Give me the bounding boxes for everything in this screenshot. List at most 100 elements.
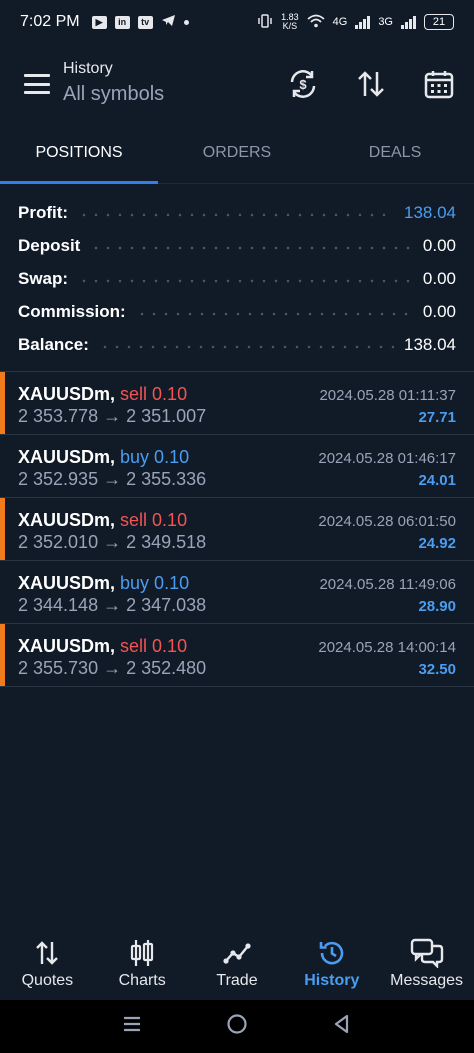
nav-history[interactable]: History <box>284 932 379 1000</box>
bottom-nav: Quotes Charts Trade History Messages <box>0 932 474 1000</box>
deal-time: 2024.05.28 01:11:37 <box>319 387 456 404</box>
home-icon[interactable] <box>226 1013 248 1040</box>
commission-value: 0.00 <box>422 301 456 321</box>
deal-profit: 24.92 <box>418 535 456 552</box>
summary-row-deposit: Deposit 0.00 <box>0 229 474 262</box>
svg-text:$: $ <box>299 77 307 92</box>
summary-panel: Profit: 138.04 Deposit 0.00 Swap: 0.00 C… <box>0 196 474 361</box>
calendar-icon[interactable] <box>421 66 457 102</box>
tab-deals[interactable]: DEALS <box>316 128 474 183</box>
dotted-leader <box>78 278 413 283</box>
tab-bar: POSITIONS ORDERS DEALS <box>0 128 474 184</box>
messages-icon <box>410 938 444 968</box>
dotted-leader <box>98 344 394 349</box>
deal-side: buy 0.10 <box>120 573 190 593</box>
nav-quotes[interactable]: Quotes <box>0 932 95 1000</box>
deal-row[interactable]: XAUUSDm, sell 0.10 2 353.778 → 2 351.007… <box>0 372 474 435</box>
recent-apps-icon[interactable] <box>122 1014 142 1039</box>
deal-list: XAUUSDm, sell 0.10 2 353.778 → 2 351.007… <box>0 371 474 687</box>
wifi-icon <box>307 14 325 31</box>
net-3g-label: 3G <box>378 16 393 28</box>
currency-exchange-icon[interactable]: $ <box>285 66 321 102</box>
back-icon[interactable] <box>332 1014 352 1039</box>
dotted-leader <box>135 311 413 316</box>
tab-orders[interactable]: ORDERS <box>158 128 316 183</box>
summary-row-swap: Swap: 0.00 <box>0 262 474 295</box>
tab-positions[interactable]: POSITIONS <box>0 128 158 184</box>
deal-time: 2024.05.28 14:00:14 <box>318 639 456 656</box>
symbol-filter: All symbols <box>63 83 165 105</box>
deal-symbol: XAUUSDm, <box>18 510 116 530</box>
net-4g-label: 4G <box>332 16 348 28</box>
deal-title: XAUUSDm, buy 0.10 <box>18 447 189 468</box>
deal-title: XAUUSDm, buy 0.10 <box>18 573 189 594</box>
balance-label: Balance: <box>18 334 89 354</box>
dotted-leader <box>78 212 394 217</box>
battery-icon: 21 <box>424 14 454 30</box>
summary-row-profit: Profit: 138.04 <box>0 196 474 229</box>
system-nav-bar <box>0 1000 474 1053</box>
sort-icon[interactable] <box>353 66 389 102</box>
deal-profit: 32.50 <box>418 661 456 678</box>
deal-prices: 2 352.935 → 2 355.336 <box>18 469 207 489</box>
deal-profit: 27.71 <box>418 409 456 426</box>
nav-messages[interactable]: Messages <box>379 932 474 1000</box>
nav-charts-label: Charts <box>118 972 166 989</box>
deal-time: 2024.05.28 11:49:06 <box>319 576 456 593</box>
deal-title: XAUUSDm, sell 0.10 <box>18 510 187 531</box>
deal-prices: 2 355.730 → 2 352.480 <box>18 658 207 678</box>
tradingview-icon: tv <box>137 15 153 29</box>
net-speed: 1.83 K/S <box>281 13 299 31</box>
deal-title: XAUUSDm, sell 0.10 <box>18 636 187 657</box>
page-title: History <box>63 60 113 77</box>
swap-value: 0.00 <box>422 268 456 288</box>
nav-charts[interactable]: Charts <box>95 932 190 1000</box>
deal-symbol: XAUUSDm, <box>18 384 116 404</box>
nav-messages-label: Messages <box>390 972 464 989</box>
deposit-label: Deposit <box>18 235 81 255</box>
deal-side: sell 0.10 <box>120 510 188 530</box>
summary-row-balance: Balance: 138.04 <box>0 328 474 361</box>
deal-profit: 28.90 <box>418 598 456 615</box>
history-icon <box>317 938 347 968</box>
dotted-leader <box>90 245 413 250</box>
telegram-icon <box>161 14 176 31</box>
swap-label: Swap: <box>18 268 69 288</box>
deal-row[interactable]: XAUUSDm, sell 0.10 2 352.010 → 2 349.518… <box>0 498 474 561</box>
header-titles[interactable]: History All symbols <box>63 60 164 106</box>
deal-row[interactable]: XAUUSDm, sell 0.10 2 355.730 → 2 352.480… <box>0 624 474 687</box>
nav-quotes-label: Quotes <box>21 972 74 989</box>
deal-title: XAUUSDm, sell 0.10 <box>18 384 187 405</box>
commission-label: Commission: <box>18 301 126 321</box>
deal-prices: 2 344.148 → 2 347.038 <box>18 595 207 615</box>
summary-row-commission: Commission: 0.00 <box>0 295 474 328</box>
nav-history-label: History <box>304 972 360 989</box>
charts-icon <box>129 938 155 968</box>
profit-value: 138.04 <box>404 202 456 222</box>
status-bar: 7:02 PM ▶ in tv 1.83 K/S 4G 3G 21 <box>0 0 474 44</box>
deal-row[interactable]: XAUUSDm, buy 0.10 2 352.935 → 2 355.336 … <box>0 435 474 498</box>
deal-row[interactable]: XAUUSDm, buy 0.10 2 344.148 → 2 347.038 … <box>0 561 474 624</box>
notification-dot-icon <box>183 19 189 25</box>
deal-time: 2024.05.28 06:01:50 <box>318 513 456 530</box>
status-time: 7:02 PM <box>20 13 80 30</box>
deal-side: sell 0.10 <box>120 636 188 656</box>
nav-trade[interactable]: Trade <box>190 932 285 1000</box>
youtube-icon: ▶ <box>91 15 107 29</box>
menu-icon[interactable] <box>24 74 50 94</box>
app-header: History All symbols $ <box>0 50 474 120</box>
nav-trade-label: Trade <box>216 972 258 989</box>
trade-icon <box>223 938 251 968</box>
signal-4g-icon <box>355 15 371 29</box>
linkedin-icon: in <box>114 15 130 29</box>
profit-label: Profit: <box>18 202 69 222</box>
quotes-icon <box>35 938 59 968</box>
deposit-value: 0.00 <box>422 235 456 255</box>
deal-symbol: XAUUSDm, <box>18 447 116 467</box>
balance-value: 138.04 <box>404 334 456 354</box>
deal-profit: 24.01 <box>418 472 456 489</box>
deal-prices: 2 353.778 → 2 351.007 <box>18 406 207 426</box>
deal-prices: 2 352.010 → 2 349.518 <box>18 532 207 552</box>
deal-symbol: XAUUSDm, <box>18 573 116 593</box>
deal-side: sell 0.10 <box>120 384 188 404</box>
